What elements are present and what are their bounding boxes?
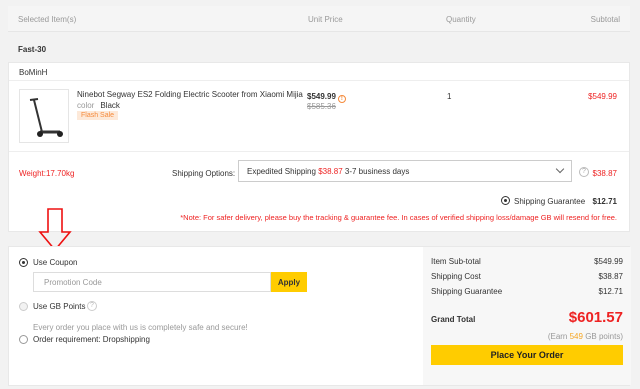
- product-thumbnail[interactable]: [19, 89, 69, 143]
- shipping-method-select[interactable]: Expedited Shipping $38.87 3-7 business d…: [238, 160, 572, 182]
- summary-subtotal-value: $549.99: [594, 257, 623, 266]
- shipping-method-time: 3-7 business days: [344, 167, 410, 176]
- shipping-options-label: Shipping Options:: [172, 169, 236, 178]
- color-label: color: [77, 101, 95, 110]
- shipping-method-price: $38.87: [318, 167, 343, 176]
- summary-shipping-value: $38.87: [598, 272, 623, 281]
- use-coupon-label[interactable]: Use Coupon: [33, 258, 77, 267]
- grand-total-label: Grand Total: [431, 315, 476, 324]
- use-coupon-radio[interactable]: [19, 258, 28, 267]
- shipping-cost: $38.87: [592, 169, 617, 178]
- earn-suffix: GB points): [585, 332, 623, 341]
- col-qty-header: Quantity: [446, 15, 476, 24]
- quantity-value: 1: [447, 92, 452, 101]
- color-value: Black: [100, 101, 120, 110]
- shipping-help-icon[interactable]: ?: [579, 167, 589, 177]
- cart-header: Selected Item(s) Unit Price Quantity Sub…: [8, 6, 630, 32]
- col-subtotal-header: Subtotal: [590, 15, 620, 24]
- unit-price-value: $549.99: [307, 92, 336, 101]
- shipping-note: *Note: For safer delivery, please buy th…: [180, 213, 617, 222]
- item-subtotal: $549.99: [588, 92, 617, 101]
- seller-name: BoMinH: [9, 63, 629, 81]
- summary-subtotal-label: Item Sub-total: [431, 257, 481, 266]
- product-color: color Black: [77, 101, 120, 110]
- scooter-image: [29, 98, 63, 137]
- use-gb-points-label[interactable]: Use GB Points: [33, 302, 85, 311]
- shipping-method-name: Expedited Shipping: [247, 167, 316, 176]
- col-items-header: Selected Item(s): [18, 15, 77, 24]
- gb-points-help-icon[interactable]: ?: [87, 301, 97, 311]
- dropshipping-radio[interactable]: [19, 335, 28, 344]
- summary-subtotal-row: Item Sub-total $549.99: [431, 257, 623, 266]
- warehouse-label: Fast-30: [18, 45, 47, 54]
- security-message: Every order you place with us is complet…: [33, 323, 248, 332]
- apply-button[interactable]: Apply: [271, 272, 307, 292]
- promotion-code-input[interactable]: Promotion Code: [33, 272, 271, 292]
- use-gb-points-radio[interactable]: [19, 302, 28, 311]
- summary-guarantee-label: Shipping Guarantee: [431, 287, 503, 296]
- earn-points-text: (Earn 549 GB points): [548, 332, 623, 341]
- summary-shipping-row: Shipping Cost $38.87: [431, 272, 623, 281]
- package-weight: Weight:17.70kg: [19, 169, 75, 178]
- checkout-panel: Use Coupon Promotion Code Apply Use GB P…: [8, 246, 631, 386]
- product-name[interactable]: Ninebot Segway ES2 Folding Electric Scoo…: [77, 90, 303, 99]
- shipping-guarantee-label[interactable]: Shipping Guarantee: [514, 197, 585, 206]
- grand-total-value: $601.57: [568, 309, 623, 326]
- earn-prefix: (Earn: [547, 332, 568, 341]
- dropshipping-label[interactable]: Order requirement: Dropshipping: [33, 335, 150, 344]
- shipping-guarantee-radio[interactable]: [501, 196, 510, 205]
- flash-sale-badge: Flash Sale: [77, 111, 119, 120]
- summary-guarantee-row: Shipping Guarantee $12.71: [431, 287, 623, 296]
- divider: [9, 151, 629, 152]
- earn-points-value: 549: [569, 332, 583, 341]
- shipping-guarantee-price: $12.71: [592, 197, 617, 206]
- col-price-header: Unit Price: [308, 15, 343, 24]
- place-order-button[interactable]: Place Your Order: [431, 345, 623, 365]
- cart-item-panel: BoMinH Ninebot Segway ES2 Folding Electr…: [8, 62, 630, 232]
- chevron-down-icon: [555, 164, 565, 174]
- price-info-icon[interactable]: !: [337, 95, 346, 103]
- summary-shipping-label: Shipping Cost: [431, 272, 481, 281]
- original-price: $585.36: [307, 102, 336, 111]
- order-summary: Item Sub-total $549.99 Shipping Cost $38…: [423, 247, 631, 385]
- payment-options: Use Coupon Promotion Code Apply Use GB P…: [9, 247, 417, 385]
- summary-guarantee-value: $12.71: [598, 287, 623, 296]
